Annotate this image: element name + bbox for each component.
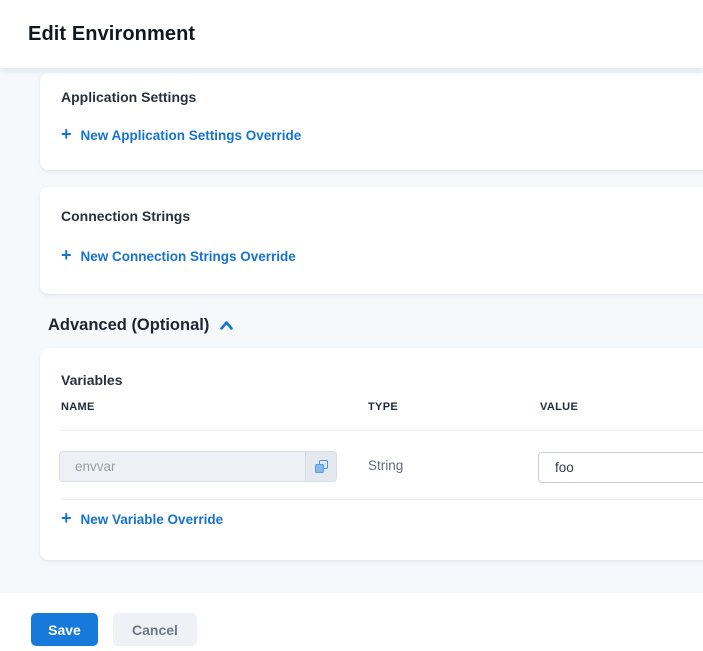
column-header-name: NAME: [61, 401, 95, 413]
add-link-label: New Connection Strings Override: [81, 249, 296, 264]
variable-value-input[interactable]: [538, 452, 703, 483]
advanced-section-toggle[interactable]: Advanced (Optional): [48, 316, 234, 335]
new-variable-override-link[interactable]: + New Variable Override: [61, 512, 223, 527]
new-application-settings-override-link[interactable]: + New Application Settings Override: [61, 128, 301, 143]
plus-icon: +: [61, 512, 72, 525]
save-button[interactable]: Save: [31, 613, 98, 646]
table-divider: [61, 499, 703, 500]
connection-strings-card: Connection Strings + New Connection Stri…: [40, 187, 703, 294]
variable-name-field: [59, 451, 337, 482]
variables-card: Variables NAME TYPE VALUE String: [40, 348, 703, 560]
page-title: Edit Environment: [28, 23, 195, 46]
variable-type-value: String: [368, 458, 403, 473]
column-header-value: VALUE: [540, 401, 578, 413]
chevron-up-icon: [219, 320, 234, 331]
table-divider: [61, 430, 703, 431]
page-header: Edit Environment: [0, 0, 703, 68]
plus-icon: +: [61, 128, 72, 141]
column-header-type: TYPE: [368, 401, 398, 413]
advanced-section-title: Advanced (Optional): [48, 316, 209, 335]
add-link-label: New Variable Override: [81, 512, 224, 527]
cancel-button[interactable]: Cancel: [113, 613, 197, 646]
add-link-label: New Application Settings Override: [81, 128, 302, 143]
content-area: Application Settings + New Application S…: [0, 68, 703, 593]
copy-icon: [315, 460, 328, 473]
card-title-application-settings: Application Settings: [61, 89, 703, 105]
copy-button[interactable]: [305, 452, 336, 481]
new-connection-strings-override-link[interactable]: + New Connection Strings Override: [61, 249, 296, 264]
edit-environment-page: Edit Environment Application Settings + …: [0, 0, 703, 651]
application-settings-card: Application Settings + New Application S…: [40, 73, 703, 170]
card-title-variables: Variables: [61, 372, 123, 388]
card-title-connection-strings: Connection Strings: [61, 208, 703, 224]
action-footer: Save Cancel: [0, 593, 703, 651]
variable-name-input: [60, 452, 305, 481]
plus-icon: +: [61, 249, 72, 262]
